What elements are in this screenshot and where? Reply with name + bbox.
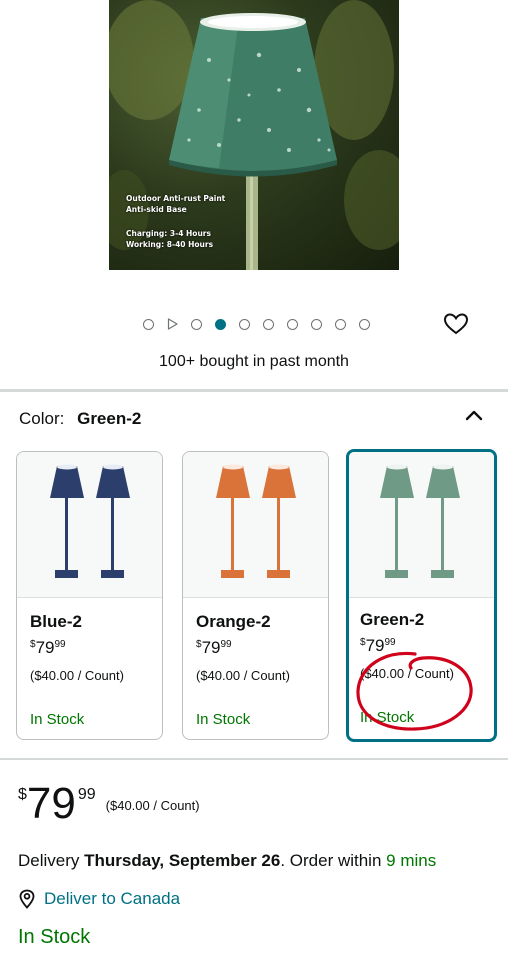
deliver-to-link[interactable]: Deliver to Canada (18, 889, 180, 909)
delivery-date: Thursday, September 26 (84, 851, 281, 870)
swatch-unit-price: ($40.00 / Count) (30, 668, 124, 683)
carousel-dot[interactable] (143, 318, 154, 330)
price-fraction: 99 (77, 786, 96, 803)
feature-text-1: Outdoor Anti-rust Paint Anti-skid Base (126, 193, 225, 215)
deliver-to-label: Deliver to Canada (44, 889, 181, 908)
swatch-unit-price: ($40.00 / Count) (360, 666, 454, 681)
delivery-countdown: 9 mins (386, 851, 437, 870)
main-price: $ 79 99 ($40.00 / Count) (18, 782, 200, 826)
swatch-image (17, 452, 162, 598)
price-per-count: ($40.00 / Count) (105, 798, 200, 813)
carousel-dot-active[interactable] (215, 318, 226, 330)
swatch-image (183, 452, 328, 598)
chevron-up-icon[interactable] (464, 408, 484, 422)
color-selector-header[interactable]: Color: Green-2 (19, 409, 141, 429)
carousel-dot[interactable] (263, 318, 274, 330)
feature-line: Working: 8-40 Hours (126, 240, 214, 249)
price-whole: 79 (26, 779, 76, 828)
lamp-pair-green-image (380, 464, 460, 578)
swatch-name: Orange-2 (196, 612, 271, 631)
availability-status: In Stock (18, 926, 91, 948)
swatch-unit-price: ($40.00 / Count) (196, 668, 290, 683)
swatch-stock: In Stock (360, 709, 415, 726)
feature-line: Anti-skid Base (126, 205, 187, 214)
play-icon[interactable] (167, 318, 178, 330)
swatch-image (349, 452, 494, 598)
carousel-dot[interactable] (239, 318, 250, 330)
delivery-message: Delivery Thursday, September 26. Order w… (18, 851, 437, 870)
swatch-stock: In Stock (196, 711, 251, 728)
price-currency: $ (18, 786, 27, 803)
carousel-dot[interactable] (287, 318, 298, 330)
product-image[interactable]: Outdoor Anti-rust Paint Anti-skid Base C… (109, 0, 399, 270)
swatch-card-orange[interactable]: Orange-2 $7999 ($40.00 / Count) In Stock (182, 451, 329, 740)
swatch-name: Blue-2 (30, 612, 82, 631)
section-divider (0, 389, 508, 392)
swatch-price: $7999 (360, 636, 396, 655)
carousel-dot[interactable] (191, 318, 202, 330)
swatch-stock: In Stock (30, 711, 85, 728)
carousel-dot[interactable] (311, 318, 322, 330)
feature-line: Charging: 3-4 Hours (126, 229, 211, 238)
color-label: Color: (19, 409, 65, 428)
location-pin-icon (19, 889, 35, 909)
color-value: Green-2 (77, 409, 142, 428)
swatch-card-blue[interactable]: Blue-2 $7999 ($40.00 / Count) In Stock (16, 451, 163, 740)
swatch-price: $7999 (196, 638, 232, 657)
swatch-name: Green-2 (360, 610, 425, 629)
section-divider (0, 758, 508, 760)
feature-line: Outdoor Anti-rust Paint (126, 194, 226, 203)
carousel-dot[interactable] (359, 318, 370, 330)
swatch-price: $7999 (30, 638, 66, 657)
lamp-pair-blue-image (50, 464, 130, 578)
swatch-card-green-selected[interactable]: Green-2 $7999 ($40.00 / Count) In Stock (346, 449, 497, 742)
heart-icon[interactable] (443, 312, 469, 336)
lamp-pair-orange-image (216, 464, 296, 578)
bought-in-past-month: 100+ bought in past month (159, 353, 349, 370)
image-carousel-dots (143, 317, 383, 331)
feature-text-2: Charging: 3-4 Hours Working: 8-40 Hours (126, 228, 213, 250)
carousel-dot[interactable] (335, 318, 346, 330)
